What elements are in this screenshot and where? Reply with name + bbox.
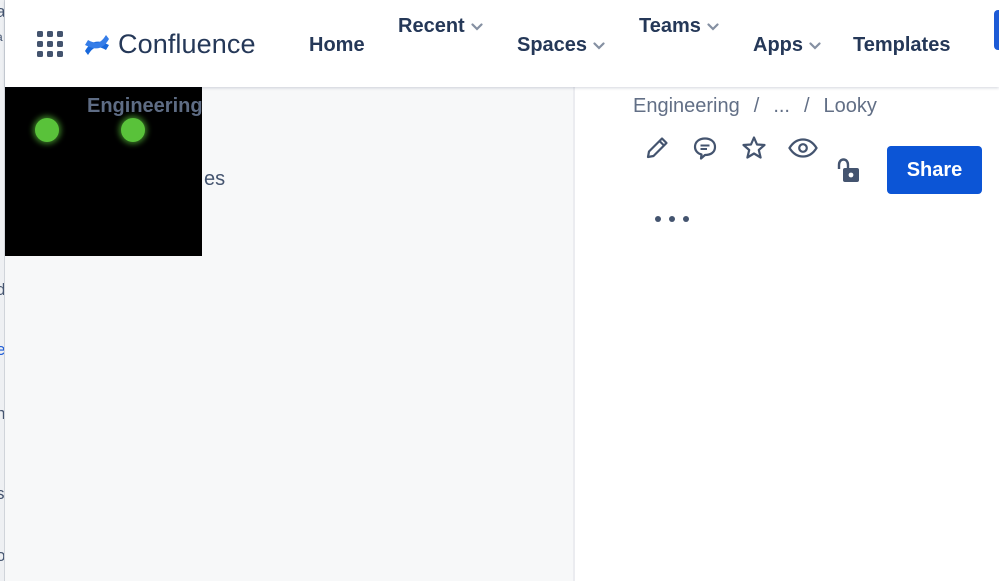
nav-home[interactable]: Home [309, 34, 365, 57]
eye-icon[interactable] [787, 134, 819, 162]
edge-glyph: e [0, 340, 4, 360]
breadcrumb-item[interactable]: ... [773, 95, 790, 118]
background-window-edge: a a l d e n s o [0, 0, 5, 581]
nav-templates-label: Templates [853, 34, 951, 56]
nav-templates[interactable]: Templates [853, 34, 950, 57]
nav-teams-dropdown[interactable]: Teams [639, 15, 719, 38]
page-content: Engineering / ... / Looky Share [577, 87, 999, 581]
nav-spaces-dropdown[interactable]: Spaces [517, 34, 605, 57]
pencil-icon[interactable] [643, 134, 671, 162]
star-icon[interactable] [740, 134, 768, 162]
video-overlay: Engineering [5, 87, 203, 256]
nav-home-label: Home [309, 34, 365, 56]
nav-spaces-label: Spaces [517, 34, 588, 56]
breadcrumb: Engineering / ... / Looky [633, 95, 877, 118]
confluence-logo-icon [85, 34, 109, 55]
app-switcher-grid-icon[interactable] [37, 31, 63, 57]
edge-glyph: n [0, 404, 4, 424]
space-name[interactable]: Engineering [87, 95, 203, 118]
nav-recent-label: Recent [398, 15, 465, 37]
edge-glyph: a [0, 30, 3, 44]
edge-glyph: s [0, 484, 4, 504]
nav-recent-dropdown[interactable]: Recent [398, 15, 483, 38]
share-button-label: Share [906, 158, 963, 181]
breadcrumb-separator: / [753, 95, 760, 117]
unlock-icon[interactable] [835, 157, 863, 185]
product-name: Confluence [118, 29, 256, 59]
breadcrumb-item[interactable]: Engineering [633, 95, 740, 118]
breadcrumb-item[interactable]: Looky [824, 95, 877, 118]
edge-glyph: d [0, 280, 4, 300]
breadcrumb-separator: / [803, 95, 810, 117]
status-dot [35, 118, 59, 142]
confluence-logo[interactable]: Confluence [83, 29, 256, 60]
more-actions-icon[interactable] [655, 210, 689, 228]
create-button-partial[interactable] [994, 10, 999, 50]
status-dot [121, 118, 145, 142]
chevron-down-icon [809, 41, 821, 50]
chevron-down-icon [707, 22, 719, 31]
share-button[interactable]: Share [887, 146, 982, 194]
chevron-down-icon [593, 41, 605, 50]
nav-teams-label: Teams [639, 15, 701, 37]
nav-apps-label: Apps [753, 34, 803, 56]
edge-glyph: o [0, 546, 4, 566]
comment-icon[interactable] [691, 134, 719, 162]
top-navigation: Confluence Home Recent Spaces Teams Apps… [5, 0, 999, 87]
sidebar-item-label[interactable]: es [204, 168, 225, 191]
chevron-down-icon [471, 22, 483, 31]
nav-apps-dropdown[interactable]: Apps [753, 34, 821, 57]
space-sidebar: es Engineering [5, 87, 575, 581]
